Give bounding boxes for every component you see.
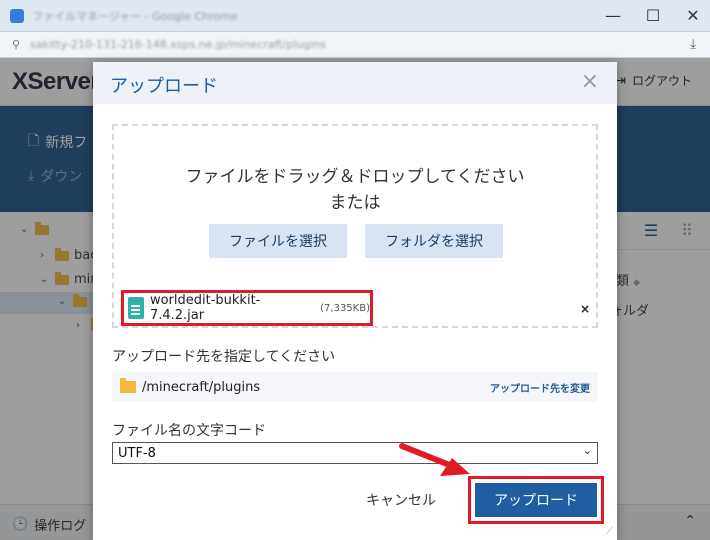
destination-path: /minecraft/plugins	[142, 379, 261, 395]
resize-grip-icon[interactable]: ⟋	[606, 526, 613, 537]
file-size: (7,335KB)	[320, 302, 370, 314]
queued-file: worldedit-bukkit-7.4.2.jar (7,335KB)	[121, 290, 373, 326]
folder-icon	[120, 378, 136, 393]
upload-button[interactable]: アップロード	[475, 483, 597, 517]
dialog-header: アップロード ×	[93, 62, 617, 104]
maximize-button[interactable]: ☐	[644, 0, 662, 32]
select-folder-button[interactable]: フォルダを選択	[365, 224, 503, 258]
upload-button-highlight: アップロード	[468, 476, 604, 524]
file-icon	[128, 297, 144, 319]
close-window-button[interactable]: ✕	[684, 0, 702, 32]
select-file-button[interactable]: ファイルを選択	[209, 224, 347, 258]
encoding-select[interactable]: UTF-8 ⌄	[112, 442, 598, 464]
destination-field: /minecraft/plugins アップロード先を変更	[112, 372, 598, 402]
file-name: worldedit-bukkit-7.4.2.jar	[149, 293, 261, 323]
upload-dialog: アップロード × ファイルをドラッグ＆ドロップしてください または ファイルを選…	[93, 62, 617, 540]
address-bar[interactable]: ⚲ sakitty-210-131-216-148.xsps.ne.jp/min…	[0, 32, 710, 58]
remove-file-button[interactable]: ×	[580, 302, 590, 316]
window-title: ファイルマネージャー - Google Chrome	[32, 9, 238, 23]
dialog-title: アップロード	[110, 76, 218, 97]
cancel-button[interactable]: キャンセル	[366, 490, 436, 510]
drop-instruction: ファイルをドラッグ＆ドロップしてください	[185, 167, 525, 187]
url-text[interactable]: sakitty-210-131-216-148.xsps.ne.jp/minec…	[30, 38, 326, 51]
drop-zone[interactable]: ファイルをドラッグ＆ドロップしてください または ファイルを選択 フォルダを選択…	[112, 124, 598, 328]
chrome-icon	[10, 8, 24, 23]
browser-title-bar: ファイルマネージャー - Google Chrome — ☐ ✕	[0, 0, 710, 32]
encoding-label: ファイル名の文字コード	[112, 423, 266, 439]
change-destination-link[interactable]: アップロード先を変更	[490, 380, 590, 395]
encoding-value: UTF-8	[118, 445, 156, 461]
minimize-button[interactable]: —	[604, 0, 622, 32]
download-icon[interactable]: ⤓	[690, 37, 696, 52]
site-info-icon[interactable]: ⚲	[12, 38, 20, 51]
chevron-down-icon: ⌄	[582, 444, 592, 457]
destination-label: アップロード先を指定してください	[112, 349, 336, 365]
close-icon[interactable]: ×	[581, 69, 599, 95]
drop-or: または	[329, 193, 381, 213]
